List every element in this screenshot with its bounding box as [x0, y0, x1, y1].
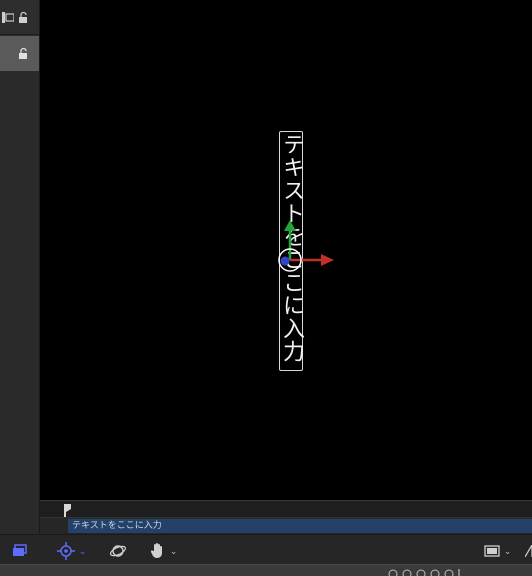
chevron-down-icon[interactable]: ⌄	[504, 547, 512, 557]
anchor-point-icon[interactable]	[280, 256, 290, 266]
canvas-toolbar: ⌄ ⌄ ⌄	[0, 534, 532, 565]
bottom-controls-strip	[0, 564, 532, 576]
pan-tool-button[interactable]: ⌄	[150, 540, 177, 560]
x-axis-arrow-icon[interactable]	[321, 254, 334, 266]
y-axis-arrow-icon[interactable]	[284, 220, 296, 231]
orbit-icon	[109, 543, 127, 557]
group-icon	[2, 12, 15, 25]
crosshair-icon	[57, 541, 79, 560]
show-layers-button[interactable]	[12, 540, 28, 560]
layers-row-text-selected[interactable]	[0, 36, 39, 71]
timeline-ruler[interactable]	[40, 501, 532, 518]
lock-open-icon[interactable]	[18, 11, 29, 25]
transform-gizmo[interactable]	[270, 215, 340, 275]
lock-open-icon[interactable]	[18, 47, 29, 61]
view-layout-button[interactable]: ⌄	[484, 540, 511, 560]
view-layout-icon	[484, 543, 504, 557]
hand-icon	[150, 543, 170, 558]
transform-tool-button[interactable]: ⌄	[57, 540, 86, 560]
layers-sidebar	[0, 0, 40, 575]
chevron-down-icon[interactable]: ⌄	[79, 547, 87, 557]
layers-row-group[interactable]	[0, 0, 39, 35]
timeline-clip[interactable]: テキストをここに入力	[68, 519, 532, 533]
edge-tool-icon[interactable]	[524, 540, 532, 560]
mini-timeline: テキストをここに入力	[40, 500, 532, 535]
orbit-tool-button[interactable]	[109, 540, 127, 560]
chevron-down-icon[interactable]: ⌄	[170, 547, 178, 557]
